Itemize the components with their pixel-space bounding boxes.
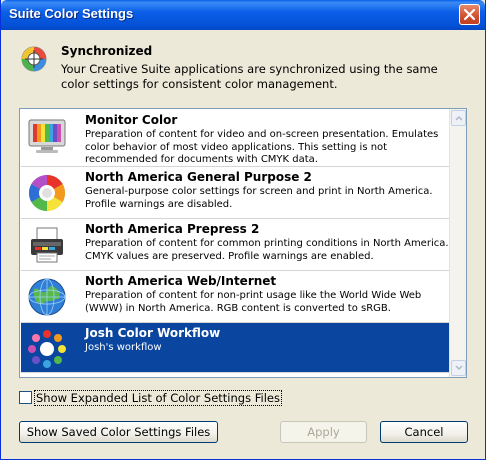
sync-status-icon — [21, 46, 47, 72]
color-wheel-icon — [28, 175, 66, 211]
scroll-down-button[interactable] — [451, 360, 466, 376]
color-settings-list[interactable]: Monitor Color Preparation of content for… — [19, 108, 467, 378]
custom-color-icon — [28, 330, 66, 368]
sync-status-description: Your Creative Suite applications are syn… — [61, 62, 438, 91]
monitor-icon — [28, 119, 66, 153]
cancel-button[interactable]: Cancel — [380, 421, 468, 443]
apply-button[interactable]: Apply — [280, 421, 367, 443]
item-name: North America Web/Internet — [85, 274, 277, 288]
item-name: North America General Purpose 2 — [85, 170, 312, 184]
suite-color-settings-dialog: Suite Color Settings Synchronized Your C… — [0, 0, 486, 460]
item-description: General-purpose color settings for scree… — [85, 186, 433, 210]
close-icon — [464, 9, 475, 20]
item-name: North America Prepress 2 — [85, 222, 260, 236]
show-saved-files-button[interactable]: Show Saved Color Settings Files — [19, 421, 218, 443]
globe-icon — [28, 278, 66, 316]
window-title: Suite Color Settings — [9, 6, 134, 21]
list-item-josh-color-workflow[interactable]: Josh Color Workflow Josh's workflow — [21, 323, 450, 373]
list-scrollbar[interactable] — [449, 109, 466, 377]
close-button[interactable] — [459, 4, 480, 25]
scroll-up-button[interactable] — [451, 110, 466, 126]
title-bar[interactable]: Suite Color Settings — [1, 0, 485, 30]
item-description: Preparation of content for video and on-… — [85, 129, 439, 165]
chevron-up-icon — [455, 115, 463, 121]
chevron-down-icon — [455, 365, 463, 371]
list-item-general-purpose[interactable]: North America General Purpose 2 General-… — [21, 167, 450, 219]
show-expanded-checkbox[interactable] — [19, 391, 32, 404]
item-description: Josh's workflow — [85, 342, 162, 353]
list-item-prepress[interactable]: North America Prepress 2 Preparation of … — [21, 219, 450, 271]
item-description: Preparation of content for common printi… — [85, 238, 449, 262]
sync-status-title: Synchronized — [61, 44, 153, 58]
list-item-monitor-color[interactable]: Monitor Color Preparation of content for… — [21, 110, 450, 167]
list-item-web-internet[interactable]: North America Web/Internet Preparation o… — [21, 271, 450, 323]
item-name: Josh Color Workflow — [85, 326, 221, 340]
printer-icon — [31, 227, 63, 263]
show-expanded-label[interactable]: Show Expanded List of Color Settings Fil… — [34, 390, 282, 406]
item-name: Monitor Color — [85, 113, 178, 127]
item-description: Preparation of content for non-print usa… — [85, 290, 422, 314]
